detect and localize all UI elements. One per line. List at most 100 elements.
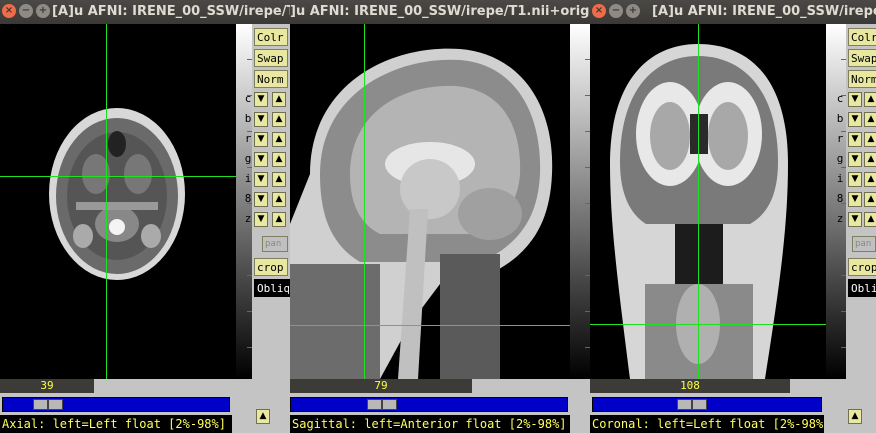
- row-z-down-arrow-icon[interactable]: ▼: [254, 212, 268, 227]
- row-g-up-arrow-icon[interactable]: ▲: [864, 152, 876, 167]
- row-z-up-arrow-icon[interactable]: ▲: [272, 212, 286, 227]
- crosshair-vertical: [106, 24, 107, 379]
- row-label-c: c: [244, 92, 252, 105]
- row-r-down-arrow-icon[interactable]: ▼: [254, 132, 268, 147]
- row-label-8: 8: [836, 192, 844, 205]
- row-g-down-arrow-icon[interactable]: ▼: [254, 152, 268, 167]
- sagittal-image[interactable]: [290, 24, 570, 379]
- slice-controls: 39 Axial: left=Left float [2%-98%] ▲: [0, 379, 290, 433]
- crosshair-horizontal: [0, 176, 236, 177]
- bottom-up-arrow-icon[interactable]: ▲: [848, 409, 862, 424]
- crop-button[interactable]: crop: [254, 258, 288, 276]
- row-c-up-arrow-icon[interactable]: ▲: [864, 92, 876, 107]
- slider-thumb[interactable]: [367, 399, 397, 410]
- row-i-up-arrow-icon[interactable]: ▲: [272, 172, 286, 187]
- row-label-r: r: [836, 132, 844, 145]
- window-title: [A]u AFNI: IRENE_00_SSW/irepe/T1.nii+ori…: [52, 4, 290, 19]
- sagittal-viewer-window: ]u AFNI: IRENE_00_SSW/irepe/T1.nii+orig …: [290, 0, 590, 433]
- minimize-icon[interactable]: −: [19, 4, 33, 18]
- axial-slice-image: [49, 108, 185, 280]
- row-b-up-arrow-icon[interactable]: ▲: [272, 112, 286, 127]
- status-line: Sagittal: left=Anterior float [2%-98%]: [290, 415, 570, 433]
- row-8-up-arrow-icon[interactable]: ▲: [272, 192, 286, 207]
- control-panel: Colr Swap Norm ▼ ▲ ▼ ▲ ▼ ▲ ▼ ▲ ▼ ▲ ▼ ▲ ▼…: [252, 24, 290, 433]
- title-bar[interactable]: ]u AFNI: IRENE_00_SSW/irepe/T1.nii+orig …: [290, 0, 590, 24]
- row-label-c: c: [836, 92, 844, 105]
- row-r-up-arrow-icon[interactable]: ▲: [272, 132, 286, 147]
- row-z-down-arrow-icon[interactable]: ▼: [848, 212, 862, 227]
- window-controls: × − +: [592, 4, 640, 18]
- slice-number: 79: [290, 379, 472, 393]
- row-i-down-arrow-icon[interactable]: ▼: [254, 172, 268, 187]
- window-controls: × − +: [2, 4, 50, 18]
- title-bar[interactable]: × − + [A]u AFNI: IRENE_00_SSW/irepe/T1.n…: [0, 0, 290, 24]
- pan-button[interactable]: pan: [262, 236, 288, 252]
- row-r-down-arrow-icon[interactable]: ▼: [848, 132, 862, 147]
- row-z-up-arrow-icon[interactable]: ▲: [864, 212, 876, 227]
- row-r-up-arrow-icon[interactable]: ▲: [864, 132, 876, 147]
- window-title: [A]u AFNI: IRENE_00_SSW/irepe/T1.nii+ori…: [652, 4, 876, 19]
- row-label-b: b: [836, 112, 844, 125]
- row-c-down-arrow-icon[interactable]: ▼: [848, 92, 862, 107]
- row-c-up-arrow-icon[interactable]: ▲: [272, 92, 286, 107]
- close-icon[interactable]: ×: [2, 4, 16, 18]
- norm-button[interactable]: Norm: [254, 70, 288, 88]
- row-i-up-arrow-icon[interactable]: ▲: [864, 172, 876, 187]
- swap-button[interactable]: Swap: [848, 49, 876, 67]
- status-line: Axial: left=Left float [2%-98%]: [0, 415, 232, 433]
- row-label-g: g: [836, 152, 844, 165]
- row-8-down-arrow-icon[interactable]: ▼: [254, 192, 268, 207]
- swap-button[interactable]: Swap: [254, 49, 288, 67]
- norm-button[interactable]: Norm: [848, 70, 876, 88]
- close-icon[interactable]: ×: [592, 4, 606, 18]
- crop-button[interactable]: crop: [848, 258, 876, 276]
- row-label-8: 8: [244, 192, 252, 205]
- slider-thumb[interactable]: [33, 399, 63, 410]
- obliq-button[interactable]: Obliq: [848, 279, 876, 297]
- crosshair-horizontal: [290, 325, 570, 326]
- bottom-up-arrow-icon[interactable]: ▲: [256, 409, 270, 424]
- row-label-i: i: [244, 172, 252, 185]
- pan-button[interactable]: pan: [852, 236, 876, 252]
- maximize-icon[interactable]: +: [36, 4, 50, 18]
- maximize-icon[interactable]: +: [626, 4, 640, 18]
- row-label-b: b: [244, 112, 252, 125]
- row-label-z: z: [836, 212, 844, 225]
- coronal-slice-image: [610, 44, 788, 379]
- status-line: Coronal: left=Left float [2%-98%]: [590, 415, 824, 433]
- control-panel: Colr Swap Norm c b r g i 8 z ▼ ▲ ▼ ▲ ▼ ▲…: [837, 24, 876, 433]
- crosshair-vertical: [698, 24, 699, 379]
- row-8-down-arrow-icon[interactable]: ▼: [848, 192, 862, 207]
- axial-image[interactable]: [0, 24, 236, 379]
- row-c-down-arrow-icon[interactable]: ▼: [254, 92, 268, 107]
- slider-thumb[interactable]: [677, 399, 707, 410]
- colr-button[interactable]: Colr: [848, 28, 876, 46]
- row-i-down-arrow-icon[interactable]: ▼: [848, 172, 862, 187]
- row-label-i: i: [836, 172, 844, 185]
- obliq-button[interactable]: Obliq: [254, 279, 290, 297]
- row-b-down-arrow-icon[interactable]: ▼: [254, 112, 268, 127]
- slice-slider[interactable]: [2, 397, 230, 412]
- crosshair-vertical: [364, 24, 365, 379]
- coronal-image[interactable]: [590, 24, 826, 379]
- row-label-g: g: [244, 152, 252, 165]
- window-title: ]u AFNI: IRENE_00_SSW/irepe/T1.nii+orig …: [290, 4, 590, 19]
- row-b-down-arrow-icon[interactable]: ▼: [848, 112, 862, 127]
- row-label-z: z: [244, 212, 252, 225]
- slice-number: 39: [0, 379, 94, 393]
- row-b-up-arrow-icon[interactable]: ▲: [864, 112, 876, 127]
- crosshair-horizontal: [590, 324, 826, 325]
- row-g-up-arrow-icon[interactable]: ▲: [272, 152, 286, 167]
- row-8-up-arrow-icon[interactable]: ▲: [864, 192, 876, 207]
- coronal-viewer-window: × − + [A]u AFNI: IRENE_00_SSW/irepe/T1.n…: [590, 0, 876, 433]
- colr-button[interactable]: Colr: [254, 28, 288, 46]
- slice-slider[interactable]: [592, 397, 822, 412]
- grayscale-bar[interactable]: [570, 24, 590, 379]
- slice-controls: 79 Sagittal: left=Anterior float [2%-98%…: [290, 379, 590, 433]
- row-g-down-arrow-icon[interactable]: ▼: [848, 152, 862, 167]
- title-bar[interactable]: × − + [A]u AFNI: IRENE_00_SSW/irepe/T1.n…: [590, 0, 876, 24]
- slice-slider[interactable]: [290, 397, 568, 412]
- slice-controls: 108 Coronal: left=Left float [2%-98%] ▲: [590, 379, 876, 433]
- minimize-icon[interactable]: −: [609, 4, 623, 18]
- row-label-r: r: [244, 132, 252, 145]
